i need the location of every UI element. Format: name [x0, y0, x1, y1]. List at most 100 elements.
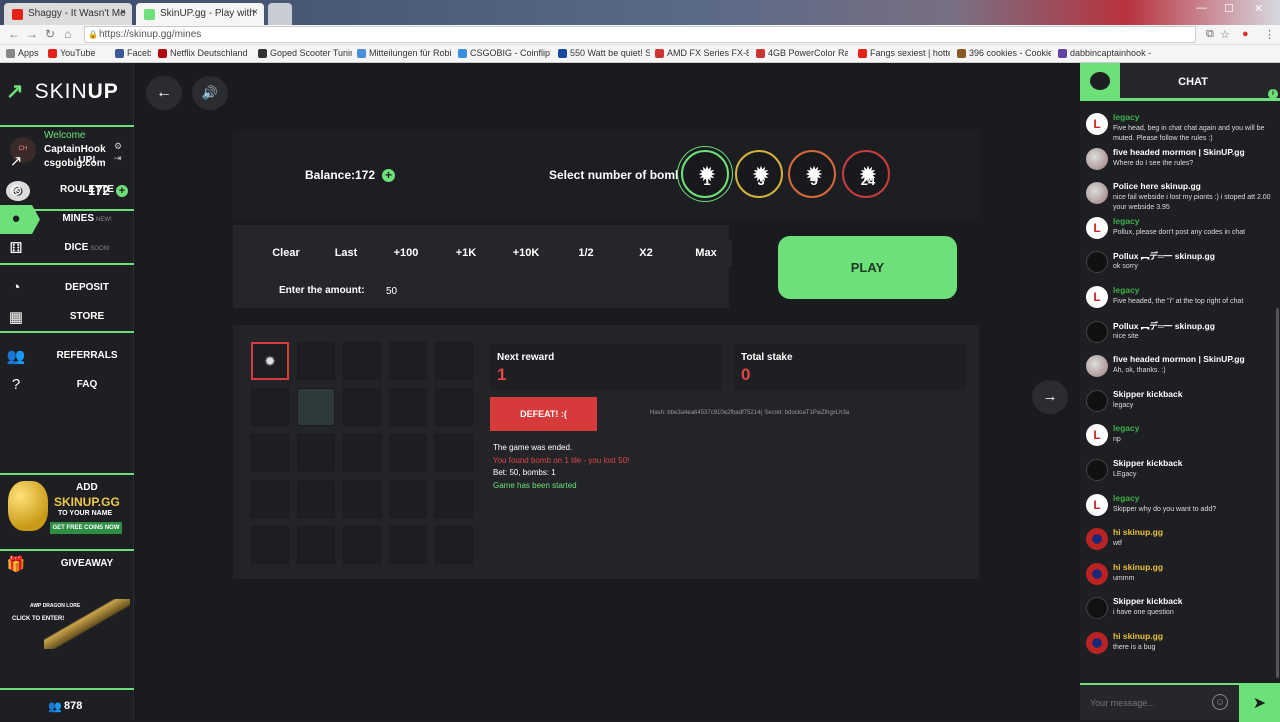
avatar[interactable] [1086, 562, 1108, 585]
mine-tile[interactable] [343, 434, 381, 472]
mine-tile[interactable] [343, 480, 381, 518]
translate-icon[interactable]: ⧉ [1206, 28, 1214, 41]
bookmark-item[interactable]: Facebook [115, 48, 151, 58]
quick-button[interactable]: X2 [620, 240, 672, 266]
mine-tile[interactable] [389, 388, 427, 426]
bookmark-item[interactable]: 4GB PowerColor Rade [756, 48, 848, 58]
sidebar-item-store[interactable]: ▦ STORE [0, 303, 134, 332]
mine-tile[interactable] [297, 342, 335, 380]
avatar[interactable] [1086, 631, 1108, 654]
forward-icon[interactable]: → [26, 27, 38, 41]
avatar[interactable] [1086, 597, 1108, 620]
emoji-icon[interactable]: ☺ [1212, 694, 1228, 710]
bookmark-item[interactable]: YouTube [48, 48, 108, 58]
star-icon[interactable]: ☆ [1220, 28, 1230, 41]
bookmark-item[interactable]: Fangs sexiest | hottes [858, 48, 950, 58]
add-balance-icon[interactable]: + [382, 169, 395, 182]
adblock-icon[interactable]: ● [1242, 28, 1249, 40]
chat-username[interactable]: Skipper kickback [1113, 389, 1182, 399]
bomb-option-24[interactable]: ✹ 24 [842, 150, 890, 198]
menu-icon[interactable]: ⋮ [1264, 28, 1275, 41]
avatar[interactable] [1086, 389, 1108, 412]
sidebar-item-roulette[interactable]: ⊛ ROULETTE [0, 176, 134, 205]
mine-tile[interactable] [435, 342, 473, 380]
browser-tab-skinup[interactable]: SkinUP.gg - Play with × [136, 3, 264, 25]
quick-button[interactable]: Last [320, 240, 372, 266]
close-icon[interactable]: × [252, 7, 258, 18]
mine-tile[interactable] [251, 480, 289, 518]
chat-username[interactable]: Police here skinup.gg [1113, 181, 1201, 191]
avatar[interactable] [1086, 528, 1108, 551]
bookmark-item[interactable]: Goped Scooter Tuning [258, 48, 352, 58]
mine-tile[interactable] [435, 434, 473, 472]
chat-scrollbar[interactable] [1276, 308, 1279, 678]
home-icon[interactable]: ⌂ [64, 27, 71, 41]
chat-username[interactable]: legacy [1113, 216, 1139, 226]
avatar[interactable] [1086, 320, 1108, 343]
chat-username[interactable]: legacy [1113, 423, 1139, 433]
mine-tile[interactable] [343, 388, 381, 426]
url-field[interactable]: 🔒 https://skinup.gg/mines [84, 26, 1196, 43]
bookmark-item[interactable]: dabbincaptainhook - [1058, 48, 1158, 58]
mine-tile[interactable] [389, 434, 427, 472]
bookmark-item[interactable]: 396 cookies - Cookie [957, 48, 1051, 58]
chat-message-input[interactable] [1086, 690, 1232, 716]
bookmark-item[interactable]: CSGOBIG - Coinflip M [458, 48, 550, 58]
mine-tile[interactable] [297, 434, 335, 472]
send-button[interactable]: ➤ [1239, 685, 1280, 722]
chat-username[interactable]: five headed mormon | SkinUP.gg [1113, 354, 1245, 364]
mine-tile[interactable] [251, 434, 289, 472]
mine-tile[interactable] [343, 342, 381, 380]
mine-tile[interactable]: ✹ [251, 342, 289, 380]
quick-button[interactable]: 1/2 [560, 240, 612, 266]
mine-tile[interactable] [251, 526, 289, 564]
bookmark-item[interactable]: Netflix Deutschland - [158, 48, 250, 58]
new-tab-button[interactable] [268, 3, 292, 25]
mine-tile[interactable] [343, 526, 381, 564]
reload-icon[interactable]: ↻ [45, 27, 55, 41]
chat-username[interactable]: Skipper kickback [1113, 596, 1182, 606]
avatar[interactable] [1086, 182, 1108, 205]
info-icon[interactable]: i [1268, 89, 1278, 99]
chat-username[interactable]: Pollux ︻デ═一 skinup.gg [1113, 250, 1215, 262]
sound-button[interactable]: 🔊 [192, 76, 228, 110]
maximize-icon[interactable]: ☐ [1224, 2, 1234, 15]
mine-tile[interactable] [435, 526, 473, 564]
chat-username[interactable]: legacy [1113, 112, 1139, 122]
mine-tile[interactable] [389, 342, 427, 380]
avatar[interactable]: L [1086, 493, 1108, 516]
quick-button[interactable]: +100 [380, 240, 432, 266]
quick-button[interactable]: +1K [440, 240, 492, 266]
back-icon[interactable]: ← [8, 27, 20, 41]
giveaway-banner[interactable]: AWP DRAGON LORE CLICK TO ENTER! [0, 593, 134, 653]
mine-tile[interactable] [389, 526, 427, 564]
avatar[interactable] [1086, 458, 1108, 481]
chat-tab[interactable] [1080, 63, 1120, 101]
sidebar-item-faq[interactable]: ? FAQ [0, 371, 134, 400]
avatar[interactable] [1086, 251, 1108, 274]
minimize-icon[interactable]: — [1196, 2, 1207, 14]
chat-username[interactable]: hi skinup.gg [1113, 527, 1163, 537]
close-window-icon[interactable]: ✕ [1254, 2, 1263, 15]
mine-tile[interactable] [389, 480, 427, 518]
avatar[interactable] [1086, 355, 1108, 378]
avatar[interactable]: L [1086, 216, 1108, 239]
avatar[interactable]: L [1086, 285, 1108, 308]
sidebar-item-deposit[interactable]: ◔ DEPOSIT [0, 274, 134, 303]
defeat-status-button[interactable]: DEFEAT! :( [490, 397, 597, 431]
amount-input[interactable] [378, 280, 728, 302]
back-button[interactable]: ← [146, 76, 182, 110]
avatar[interactable] [1086, 147, 1108, 170]
next-arrow-button[interactable]: → [1032, 380, 1068, 414]
sidebar-item-referrals[interactable]: 👥 REFERRALS [0, 342, 134, 371]
bomb-option-3[interactable]: ✹ 3 [735, 150, 783, 198]
mine-tile[interactable] [435, 480, 473, 518]
play-button[interactable]: PLAY [778, 236, 957, 299]
bomb-option-1[interactable]: ✹ 1 [681, 150, 729, 198]
avatar[interactable]: L [1086, 113, 1108, 135]
bookmark-item[interactable]: AMD FX Series FX-83 [655, 48, 749, 58]
sidebar-item-giveaway[interactable]: 🎁 GIVEAWAY [0, 550, 134, 579]
chat-username[interactable]: hi skinup.gg [1113, 562, 1163, 572]
mine-tile[interactable] [435, 388, 473, 426]
bookmark-item[interactable]: Apps [6, 48, 42, 58]
